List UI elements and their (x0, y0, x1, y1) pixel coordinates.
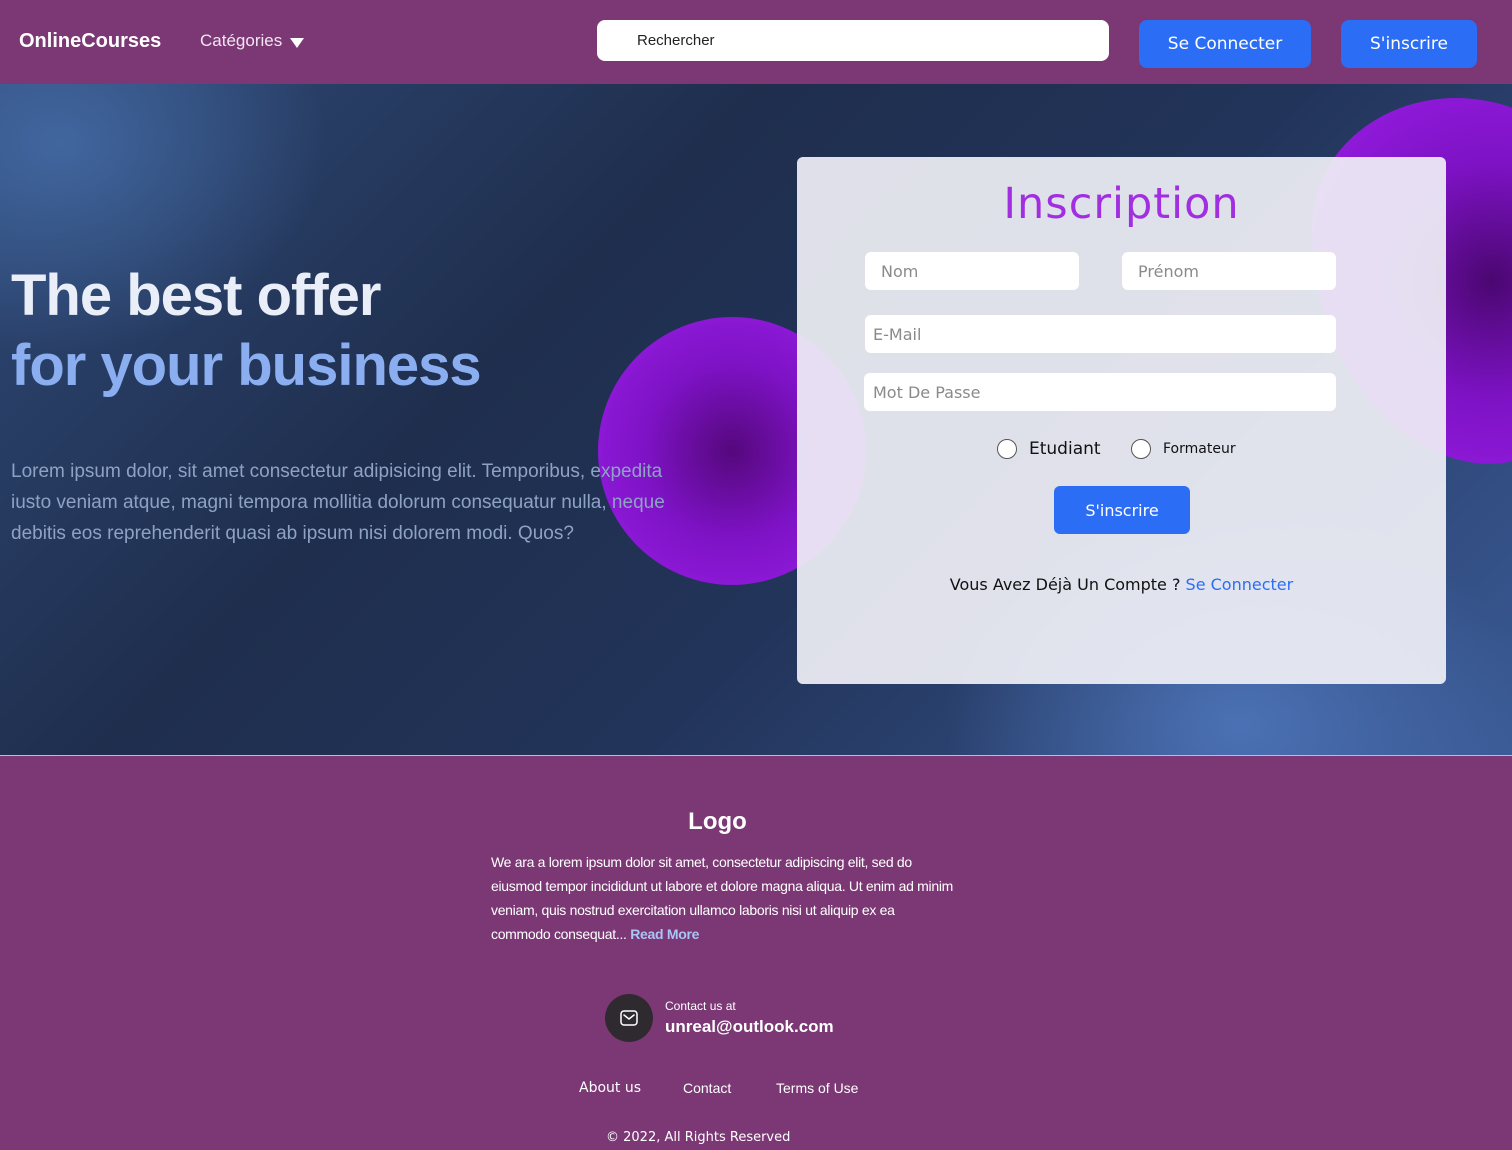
contact-label: Contact us at (665, 999, 736, 1013)
role-option-trainer[interactable]: Formateur (1131, 439, 1236, 459)
chevron-down-icon (290, 38, 305, 48)
search-input[interactable] (597, 20, 1109, 61)
navbar: OnlineCourses Catégories Se Connecter S'… (0, 0, 1512, 84)
read-more-link[interactable]: Read More (630, 926, 699, 942)
footer-link-contact[interactable]: Contact (683, 1080, 731, 1096)
brand-name[interactable]: OnlineCourses (19, 30, 161, 53)
role-option-student[interactable]: Etudiant (997, 439, 1101, 459)
trainer-radio[interactable] (1131, 439, 1151, 459)
signup-button[interactable]: S'inscrire (1341, 20, 1477, 68)
footer-link-terms[interactable]: Terms of Use (776, 1080, 858, 1096)
student-radio[interactable] (997, 439, 1017, 459)
copyright: © 2022, All Rights Reserved (606, 1130, 791, 1145)
trainer-radio-label: Formateur (1163, 441, 1236, 457)
password-field[interactable] (864, 373, 1336, 411)
signup-form-card: Inscription Etudiant Formateur S'inscrir… (797, 157, 1446, 684)
hero-description: Lorem ipsum dolor, sit amet consectetur … (11, 461, 665, 544)
submit-signup-button[interactable]: S'inscrire (1054, 486, 1190, 534)
login-button[interactable]: Se Connecter (1139, 20, 1311, 68)
have-account-text: Vous Avez Déjà Un Compte ? (949, 575, 1186, 594)
footer-about-body: We ara a lorem ipsum dolor sit amet, con… (491, 854, 954, 942)
form-login-link[interactable]: Se Connecter (1186, 575, 1294, 594)
categories-label: Catégories (200, 31, 283, 50)
hero-section: The best offer for your business Lorem i… (0, 84, 1512, 755)
footer-link-about[interactable]: About us (579, 1080, 641, 1096)
email-field[interactable] (865, 315, 1336, 353)
hero-headline-highlight: for your business (11, 333, 482, 398)
form-title: Inscription (1003, 179, 1240, 229)
student-radio-label: Etudiant (1029, 439, 1101, 459)
footer-about-text: We ara a lorem ipsum dolor sit amet, con… (491, 850, 953, 946)
hero-headline: The best offer (11, 263, 381, 328)
prenom-field[interactable] (1122, 252, 1336, 290)
footer: Logo We ara a lorem ipsum dolor sit amet… (0, 755, 1512, 1150)
mail-icon (605, 994, 653, 1042)
contact-email[interactable]: unreal@outlook.com (665, 1017, 834, 1037)
have-account-line: Vous Avez Déjà Un Compte ? Se Connecter (797, 575, 1446, 594)
nom-field[interactable] (865, 252, 1079, 290)
categories-dropdown[interactable]: Catégories (200, 31, 305, 51)
footer-logo: Logo (688, 808, 747, 835)
